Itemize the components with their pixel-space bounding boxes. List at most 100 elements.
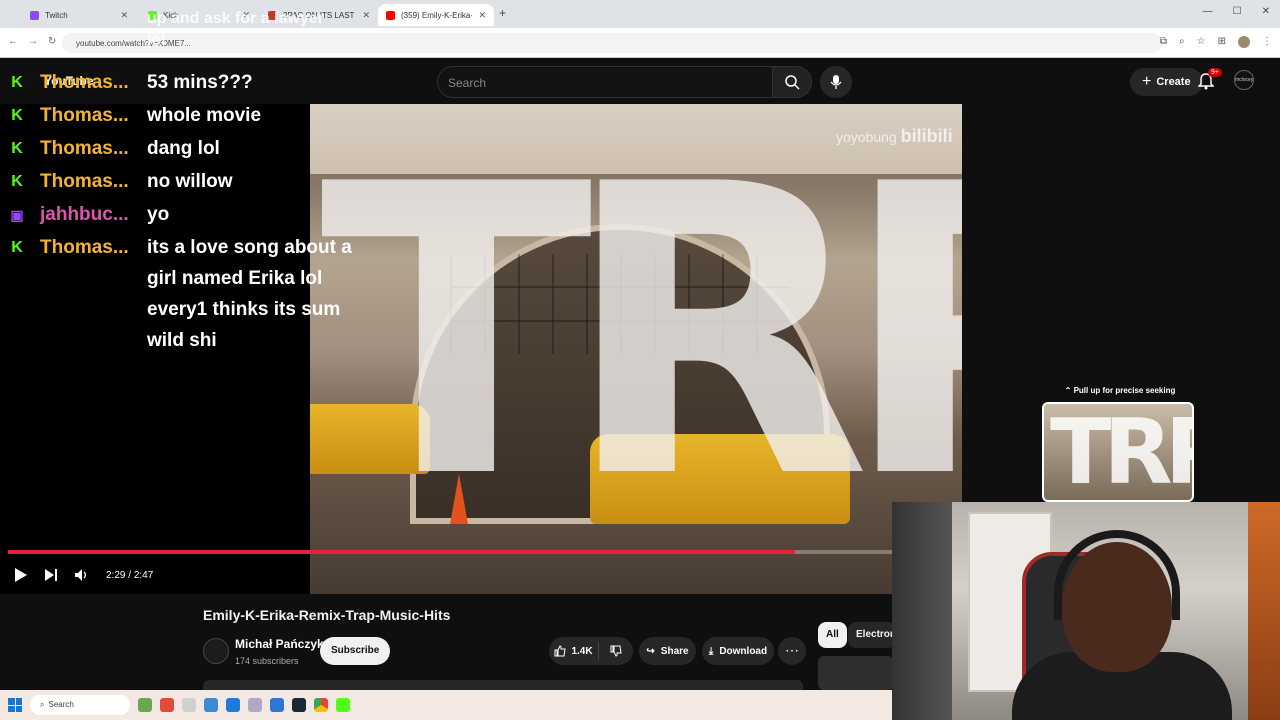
- app-icon[interactable]: [138, 698, 152, 712]
- subscribe-button[interactable]: Subscribe: [320, 637, 391, 665]
- kick-icon: K: [11, 140, 23, 157]
- progress-bar[interactable]: [8, 550, 892, 554]
- duration: 2:47: [133, 569, 154, 581]
- share-label: Share: [660, 645, 689, 657]
- chat-text: no willow: [147, 171, 233, 192]
- recommended-thumbnail[interactable]: [818, 656, 894, 690]
- webcam-overlay: [892, 502, 1280, 720]
- watermark-brand: bilibili: [900, 126, 953, 146]
- more-actions-button[interactable]: ⋯: [778, 637, 806, 665]
- windows-taskbar: ⌕ Search: [0, 690, 892, 720]
- steam-icon[interactable]: [292, 698, 306, 712]
- search-icon: ⌕: [40, 700, 45, 709]
- seek-preview-text: TRP: [1050, 402, 1192, 502]
- extensions-icon[interactable]: ⊞: [1218, 36, 1226, 48]
- plus-icon: +: [1142, 73, 1152, 90]
- video-title: Emily-K-Erika-Remix-Trap-Music-Hits: [203, 607, 451, 623]
- chrome-icon[interactable]: [314, 698, 328, 712]
- close-icon[interactable]: ✕: [478, 10, 486, 21]
- kick-icon: K: [11, 239, 23, 256]
- chat-message: K Thomas... whole movie: [8, 105, 261, 126]
- minimize-icon[interactable]: —: [1203, 6, 1213, 17]
- subscriber-count: 174 subscribers: [235, 656, 299, 666]
- window-controls: — ☐ ✕: [1203, 6, 1270, 17]
- chip-all[interactable]: All: [818, 622, 847, 648]
- chat-text: 53 mins???: [147, 72, 253, 93]
- share-button[interactable]: ↪ Share: [639, 637, 696, 665]
- download-button[interactable]: ⤓ Download: [702, 637, 774, 665]
- seek-hint-text: Pull up for precise seeking: [1073, 386, 1176, 395]
- app-icon[interactable]: [270, 698, 284, 712]
- player-controls: 2:29 / 2:47: [0, 560, 310, 590]
- zoom-icon[interactable]: ⌕: [1179, 36, 1185, 48]
- menu-dots-icon[interactable]: ⋮: [1262, 36, 1272, 48]
- headset: [1054, 530, 1180, 620]
- account-avatar[interactable]: mclocey: [1234, 70, 1254, 90]
- close-window-icon[interactable]: ✕: [1262, 6, 1270, 17]
- chat-text: dang lol: [147, 138, 220, 159]
- search-input[interactable]: Search: [437, 66, 773, 98]
- chip-electronic[interactable]: Electronic: [848, 622, 896, 648]
- kick-icon: K: [11, 74, 23, 91]
- chat-username: Thomas...: [40, 138, 129, 159]
- create-button[interactable]: + Create: [1130, 68, 1203, 96]
- play-icon[interactable]: [14, 567, 28, 583]
- webcam-wall: [892, 502, 952, 720]
- new-tab-button[interactable]: +: [499, 6, 506, 20]
- profile-avatar[interactable]: [1238, 36, 1250, 48]
- chat-message: K Thomas... no willow: [8, 171, 232, 192]
- time-display: 2:29 / 2:47: [106, 569, 154, 581]
- youtube-icon: [386, 10, 395, 20]
- download-icon: ⤓: [708, 645, 714, 657]
- search-icon: [785, 75, 800, 90]
- next-icon[interactable]: [44, 568, 58, 582]
- chat-username: Thomas...: [40, 171, 129, 192]
- microphone-icon: [830, 75, 842, 89]
- progress-fill: [8, 550, 795, 554]
- description-box[interactable]: [203, 680, 803, 690]
- watermark-user: yoyobung: [836, 129, 897, 145]
- stream-chat-overlay: up and ask for a lawyer lol K Thomas... …: [0, 0, 380, 360]
- notification-badge: 9+: [1208, 68, 1222, 77]
- dislike-button[interactable]: [599, 645, 633, 657]
- edge-icon[interactable]: [226, 698, 240, 712]
- chat-text: whole movie: [147, 105, 262, 126]
- video-frame[interactable]: TRP yoyobung bilibili: [310, 104, 962, 594]
- chat-username: Thomas...: [40, 105, 129, 126]
- current-time: 2:29: [106, 569, 126, 581]
- search-button[interactable]: [772, 66, 812, 98]
- like-count: 1.4K: [571, 645, 593, 657]
- cast-icon[interactable]: ⧉: [1160, 36, 1167, 48]
- app-icon[interactable]: [204, 698, 218, 712]
- taskbar-search[interactable]: ⌕ Search: [30, 695, 130, 715]
- seek-preview-thumbnail: TRP: [1042, 402, 1194, 502]
- like-button[interactable]: 1.4K: [549, 642, 599, 660]
- kick-app-icon[interactable]: [336, 698, 350, 712]
- chat-username: Thomas...: [40, 237, 129, 258]
- maximize-icon[interactable]: ☐: [1233, 6, 1242, 17]
- opera-icon[interactable]: [160, 698, 174, 712]
- volume-icon[interactable]: [74, 568, 90, 582]
- chat-fading-message: up and ask for a lawyer lol: [147, 10, 324, 49]
- chat-message: K Thomas... dang lol: [8, 138, 220, 159]
- channel-name[interactable]: Michał Pańczyk: [235, 637, 324, 651]
- tab-youtube-active[interactable]: (359) Emily-K-Erika-Remix- ✕: [378, 4, 494, 26]
- chat-message: K Thomas... its a love song about a girl…: [8, 237, 352, 351]
- voice-search-button[interactable]: [820, 66, 852, 98]
- twitch-icon: ▣: [10, 206, 24, 223]
- video-overlay-text: TRP: [320, 104, 962, 566]
- chat-username: jahhbuc...: [40, 204, 129, 225]
- thumbs-down-icon: [610, 645, 622, 657]
- download-label: Download: [719, 645, 768, 657]
- chat-message: K Thomas... 53 mins???: [8, 72, 252, 93]
- share-icon: ↪: [646, 645, 655, 657]
- bookmark-star-icon[interactable]: ☆: [1197, 36, 1206, 48]
- windows-start-icon[interactable]: [8, 698, 22, 712]
- app-icon[interactable]: [248, 698, 262, 712]
- video-watermark: yoyobung bilibili: [836, 126, 953, 147]
- app-icon[interactable]: [182, 698, 196, 712]
- kick-icon: K: [11, 107, 23, 124]
- kick-icon: K: [11, 173, 23, 190]
- channel-avatar[interactable]: [203, 638, 229, 664]
- chat-username: Thomas...: [40, 72, 129, 93]
